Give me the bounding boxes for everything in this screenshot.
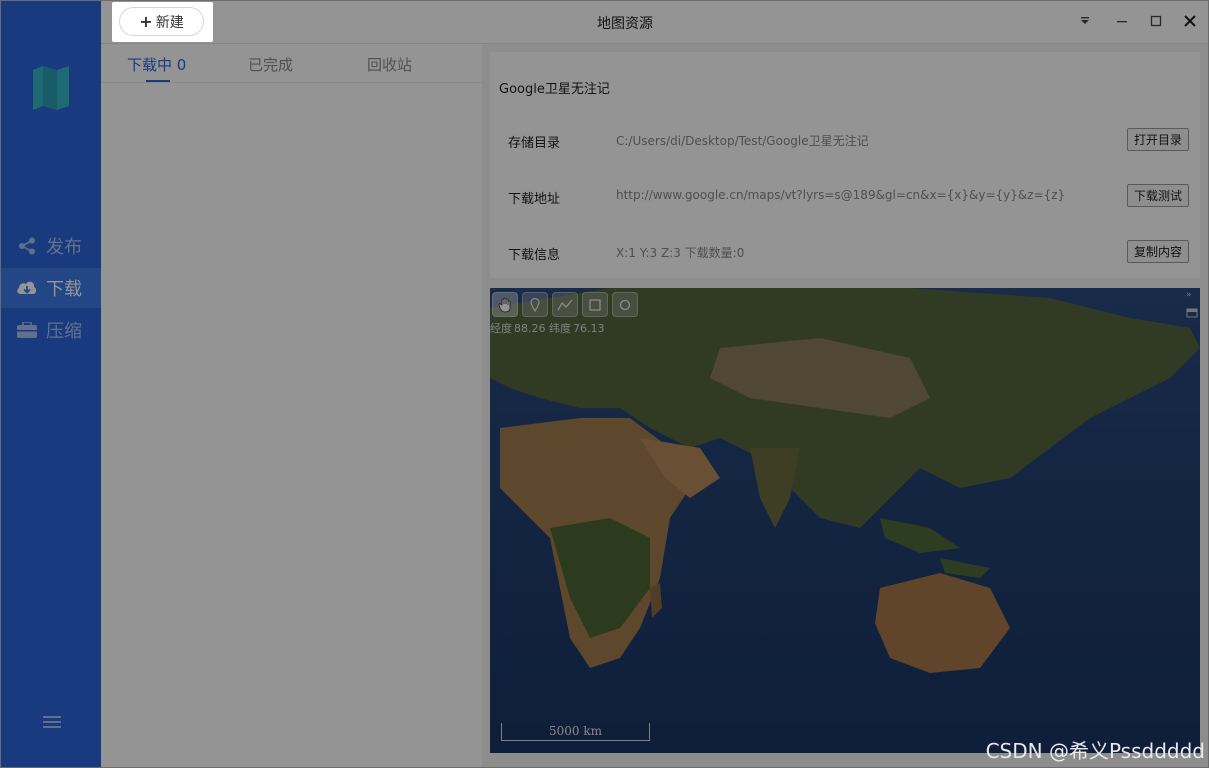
dropdown-arrow-icon[interactable]	[1074, 10, 1096, 32]
storage-dir-value: C:/Users/di/Desktop/Test/Google卫星无注记	[616, 134, 869, 148]
download-info-value: X:1 Y:3 Z:3 下载数量:0	[616, 246, 745, 260]
row-label: 下载信息	[508, 248, 561, 263]
cloud-download-icon	[16, 278, 38, 298]
watermark: CSDN @希义Pssddddd	[985, 739, 1205, 763]
plus-icon: +	[139, 12, 153, 31]
storage-dir-row: 存储目录 C:/Users/di/Desktop/Test/Google卫星无注…	[508, 128, 1189, 152]
sidebar-item-download[interactable]: 下载	[0, 268, 101, 308]
copy-content-button[interactable]: 复制内容	[1126, 240, 1189, 263]
hamburger-icon[interactable]	[41, 712, 63, 732]
sidebar-item-label: 发布	[46, 237, 82, 258]
sidebar-item-label: 压缩	[46, 321, 82, 342]
tab-completed[interactable]: 已完成	[248, 54, 293, 75]
share-icon	[16, 236, 38, 256]
map-book-icon	[33, 66, 69, 110]
close-button[interactable]	[1179, 10, 1201, 32]
scale-bar: 5000 km	[501, 723, 650, 741]
sidebar-item-label: 下载	[46, 279, 82, 300]
download-url-value: http://www.google.cn/maps/vt?lyrs=s@189&…	[616, 188, 1066, 202]
maximize-button[interactable]	[1145, 10, 1167, 32]
map-toolbar	[492, 292, 638, 317]
sidebar-item-publish[interactable]: 发布	[0, 226, 101, 266]
row-label: 存储目录	[508, 136, 561, 151]
row-label: 下载地址	[508, 192, 561, 207]
rectangle-icon[interactable]	[582, 292, 608, 317]
minimize-button[interactable]	[1111, 10, 1133, 32]
hand-pan-icon[interactable]	[492, 292, 518, 317]
new-task-button-highlight[interactable]: + 新建	[119, 7, 204, 36]
sidebar-item-compress[interactable]: 压缩	[0, 310, 101, 350]
layer-switch-icon[interactable]	[1186, 308, 1198, 318]
sidebar: 发布 下载 压缩	[0, 0, 101, 768]
download-url-row: 下载地址 http://www.google.cn/maps/vt?lyrs=s…	[508, 184, 1189, 208]
task-list-pane: 下载中 0 已完成 回收站	[101, 44, 482, 768]
satellite-map-image	[490, 288, 1200, 753]
circle-icon[interactable]	[612, 292, 638, 317]
marker-icon[interactable]	[522, 292, 548, 317]
title-bar: + 新建 地图资源	[101, 0, 1209, 44]
briefcase-icon	[16, 320, 38, 340]
coordinate-readout: 经度 88.26 纬度 76.13	[490, 322, 605, 335]
window-title: 地图资源	[597, 16, 653, 32]
download-info-row: 下载信息 X:1 Y:3 Z:3 下载数量:0 复制内容	[508, 240, 1189, 264]
test-download-button[interactable]: 下载测试	[1126, 184, 1189, 207]
tab-downloading[interactable]: 下载中 0	[127, 54, 186, 75]
resource-name: Google卫星无注记	[499, 82, 610, 97]
resource-detail-pane: Google卫星无注记 存储目录 C:/Users/di/Desktop/Tes…	[482, 44, 1209, 768]
task-tabs: 下载中 0 已完成 回收站	[101, 44, 482, 83]
polyline-icon[interactable]	[552, 292, 578, 317]
expand-panel-icon[interactable]: »	[1186, 290, 1198, 302]
active-tab-indicator	[146, 80, 170, 82]
resource-info-card: Google卫星无注记 存储目录 C:/Users/di/Desktop/Tes…	[490, 52, 1200, 278]
open-folder-button[interactable]: 打开目录	[1126, 128, 1189, 151]
tab-recycle-bin[interactable]: 回收站	[367, 54, 412, 75]
map-view[interactable]: 经度 88.26 纬度 76.13 » 5000 km	[490, 288, 1200, 753]
